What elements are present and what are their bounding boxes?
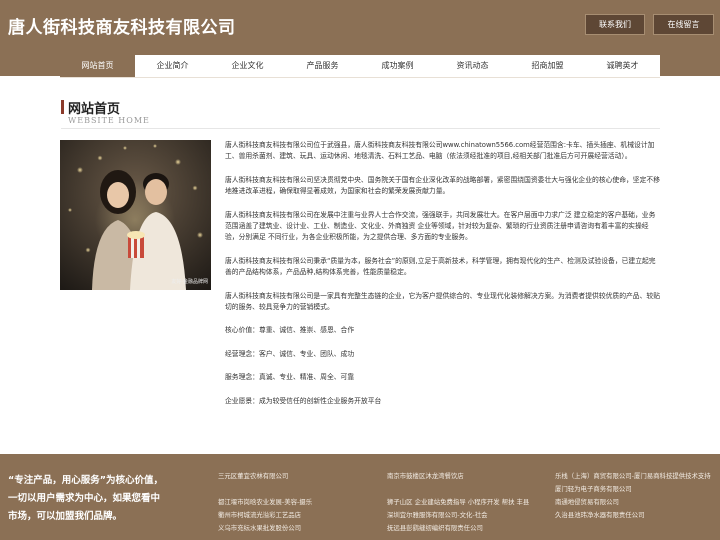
nav-item-cases[interactable]: 成功案例 (360, 55, 435, 77)
footer-links-col-2: 南京市鼓楼区沐龙湾餐饮店 狮子山区 企业建站免费指导 小程序开发 帮扶 丰县 深… (387, 470, 529, 535)
footer-links-col-1: 三元区董宜农林有限公司 都江堰市岗晗农业发展-美容-摄乐 衢州市柯城流光溢彩工艺… (218, 470, 312, 535)
intro-paragraph: 唐人街科技商友科技有限公司秉承“质量为本，服务社会”的原则,立足于高新技术，科学… (225, 256, 656, 277)
footer-link[interactable]: 三元区董宜农林有限公司 (218, 470, 312, 483)
business-philosophy: 经营理念：客户、诚信、专业、团队、成功 (225, 349, 355, 358)
photo-watermark: 友好·金融品牌网 (171, 279, 208, 285)
section-title: 网站首页 (68, 102, 121, 117)
nav-item-franchise[interactable]: 招商加盟 (510, 55, 585, 77)
nav-item-careers[interactable]: 诚聘英才 (585, 55, 660, 77)
main-nav: 网站首页 企业简介 企业文化 产品服务 成功案例 资讯动态 招商加盟 诚聘英才 (60, 55, 660, 77)
footer-spacer (387, 483, 529, 496)
site-footer: “专注产品，用心服务”为核心价值，一切以用户需求为中心，如果您看中市场，可以加盟… (0, 454, 720, 540)
footer-link[interactable]: 抚远县彭鹞缝纫编织有限责任公司 (387, 522, 529, 535)
heading-accent-bar (61, 100, 64, 114)
footer-link[interactable]: 久治县池玮净水器有限责任公司 (555, 509, 715, 522)
nav-item-home[interactable]: 网站首页 (60, 55, 135, 77)
intro-paragraph: 唐人街科技商友科技有限公司位于武强县，唐人街科技商友科技有限公司www.chin… (225, 141, 655, 161)
footer-link[interactable]: 都江堰市岗晗农业发展-美容-摄乐 (218, 496, 312, 509)
online-message-button[interactable]: 在线留言 (653, 14, 714, 35)
nav-item-products[interactable]: 产品服务 (285, 55, 360, 77)
contact-us-button[interactable]: 联系我们 (585, 14, 645, 35)
footer-link[interactable]: 义乌市充纭水果批发股份公司 (218, 522, 312, 535)
footer-link[interactable]: 南京市鼓楼区沐龙湾餐饮店 (387, 470, 529, 483)
core-values: 核心价值：尊重、诚信、推崇、感恩、合作 (225, 326, 355, 335)
heading-divider (61, 128, 660, 129)
hero-photo: 友好·金融品牌网 (60, 140, 211, 290)
footer-link[interactable]: 狮子山区 企业建站免费指导 小程序开发 帮扶 丰县 (387, 496, 529, 509)
intro-content: 唐人街科技商友科技有限公司位于武强县，唐人街科技商友科技有限公司www.chin… (225, 140, 661, 419)
nav-item-about[interactable]: 企业简介 (135, 55, 210, 77)
footer-link[interactable]: 乐栈（上海）商贸有限公司-厦门易商科技提供技术支持 (555, 470, 715, 483)
intro-paragraph: 唐人街科技商友科技有限公司坚决贯彻党中央、国务院关于国有企业深化改革的战略部署，… (225, 175, 660, 196)
intro-paragraph: 唐人街科技商友科技有限公司是一家具有完整生态链的企业，它为客户提供综合的、专业现… (225, 291, 660, 312)
nav-item-culture[interactable]: 企业文化 (210, 55, 285, 77)
intro-paragraph: 唐人街科技商友科技有限公司在发展中注重与业界人士合作交流，强强联手，共同发展壮大… (225, 210, 656, 242)
service-philosophy: 服务理念：真诚、专业、精准、周全、可靠 (225, 373, 355, 382)
footer-link[interactable]: 深圳宜尔雅服饰有限公司-文化-社会 (387, 509, 529, 522)
footer-link[interactable]: 衢州市柯城流光溢彩工艺品店 (218, 509, 312, 522)
nav-item-news[interactable]: 资讯动态 (435, 55, 510, 77)
company-vision: 企业愿景：成为较受信任的创新性企业服务开放平台 (225, 396, 382, 405)
couple-photo-illustration (60, 140, 211, 290)
footer-link[interactable]: 南通地侵贸易有限公司 (555, 496, 715, 509)
footer-link[interactable]: 厦门轻为电子商务有限公司 (555, 483, 715, 496)
footer-slogan: “专注产品，用心服务”为核心价值，一切以用户需求为中心，如果您看中市场，可以加盟… (8, 475, 163, 522)
section-subtitle: WEBSITE HOME (68, 116, 150, 125)
footer-spacer (218, 483, 312, 496)
nav-divider (60, 77, 660, 78)
footer-links-col-3: 乐栈（上海）商贸有限公司-厦门易商科技提供技术支持 厦门轻为电子商务有限公司 南… (555, 470, 715, 522)
site-title: 唐人街科技商友科技有限公司 (8, 18, 236, 38)
